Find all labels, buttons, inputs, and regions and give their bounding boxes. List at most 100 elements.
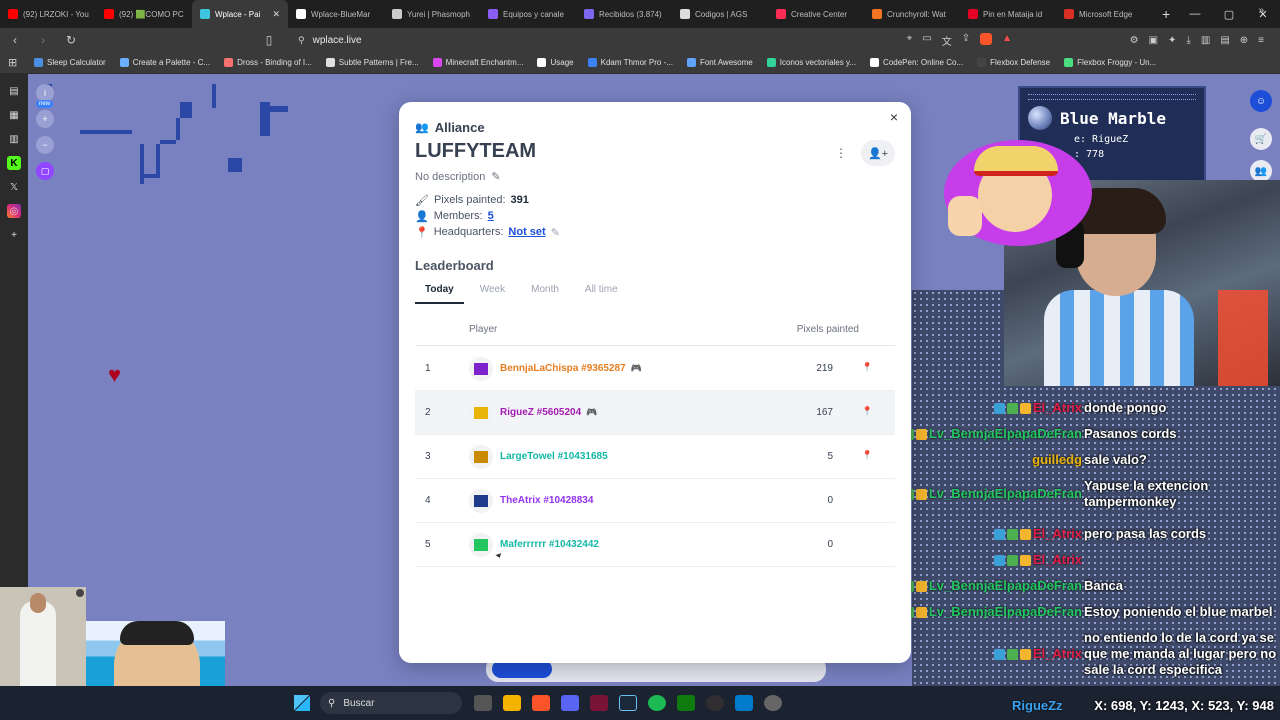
browser-tab[interactable]: Creative Center [768,0,864,28]
xbox-taskbar-icon[interactable] [677,695,695,711]
bookmark-item[interactable]: Sleep Calculator [34,58,106,67]
vscode-taskbar-icon[interactable] [735,695,753,711]
twitch-icon[interactable]: ▢ [36,162,54,180]
leaderboard-row[interactable]: 1 BennjaLaChispa #9365287 🎮 219 📍 [415,347,895,391]
browser-tab[interactable]: Microsoft Edge [1056,0,1152,28]
site-info-icon[interactable]: ⚲ [298,35,305,46]
bookmarks-overflow-icon[interactable]: » [1258,5,1264,16]
history-icon[interactable]: ▥ [7,132,21,146]
player-name-link[interactable]: TheAtrix #10428834 [500,495,593,506]
steam-taskbar-icon[interactable] [619,695,637,711]
bookmark-item[interactable]: Subtle Patterns | Fre... [325,58,419,67]
browser-tab[interactable]: Wplace-BlueMar [288,0,384,28]
kick-icon[interactable]: K [7,156,21,170]
bookmark-item[interactable]: Create a Palette - C... [119,58,210,67]
new-tab-button[interactable]: + [1152,6,1180,22]
brave-taskbar-icon[interactable] [532,695,550,711]
close-video-icon[interactable] [76,589,84,597]
bookmark-item[interactable]: Dross - Binding of I... [224,58,312,67]
bookmark-item[interactable]: Iconos vectoriales y... [766,58,856,67]
share-icon[interactable]: ⇪ [962,33,970,48]
location-pin-icon[interactable]: 📍 [862,406,873,417]
edit-description-icon[interactable]: ✎ [491,170,500,183]
close-icon[interactable]: × [887,110,901,124]
zoom-in-icon[interactable]: + [36,110,54,128]
forward-icon[interactable]: › [34,33,52,47]
url-field[interactable]: ⚲ wplace.live ⌖ ▭ 文 ⇪ ▲ [292,30,1012,50]
bookmark-icon[interactable]: ▯ [260,33,278,47]
minimize-icon[interactable]: — [1178,8,1212,20]
tab-week[interactable]: Week [470,282,515,304]
invite-user-button[interactable]: 👤+ [861,140,895,166]
picture-in-picture-icon[interactable]: ▣ [1149,35,1158,46]
alliance-icon[interactable]: 👥 [1250,160,1272,182]
browser-tab[interactable]: (92) LRZOKI - You [0,0,96,28]
browser-tab[interactable]: Recibidos (3.874) [576,0,672,28]
apps-grid-icon[interactable]: ⊞ [8,56,17,69]
add-sidebar-item-icon[interactable]: + [7,228,21,242]
more-options-icon[interactable]: ⋮ [835,146,847,160]
tab-today[interactable]: Today [415,282,464,304]
location-pin-icon[interactable]: 📍 [862,362,873,373]
brave-rewards-icon[interactable]: ▲ [1002,33,1012,48]
discord-taskbar-icon[interactable] [561,695,579,711]
reading-list-icon[interactable]: ▤ [7,84,21,98]
download-icon[interactable]: ⤓ [1186,35,1190,46]
app-taskbar-icon[interactable] [590,695,608,711]
bookmark-item[interactable]: Minecraft Enchantm... [432,58,523,67]
bookmarks-panel-icon[interactable]: ▦ [7,108,21,122]
bookmark-item[interactable]: Flexbox Defense [977,58,1050,67]
tab-all-time[interactable]: All time [575,282,628,304]
close-tab-icon[interactable]: ✕ [272,9,280,20]
leaderboard-row[interactable]: 2 RigueZ #5605204 🎮 167 📍 [415,391,895,435]
taskbar-search[interactable]: ⚲ Buscar [320,692,462,714]
bookmark-item[interactable]: Usage [537,58,574,67]
vpn-icon[interactable]: ⊕ [1240,35,1248,46]
bookmark-item[interactable]: Flexbox Froggy - Un... [1064,58,1156,67]
task-view-icon[interactable] [474,695,492,711]
location-icon[interactable]: ⌖ [907,33,913,48]
file-explorer-icon[interactable] [503,695,521,711]
browser-tab[interactable]: Wplace - Pai ✕ [192,0,288,28]
settings-taskbar-icon[interactable] [764,695,782,711]
bookmark-item[interactable]: Kdam Thmor Pro -... [587,58,673,67]
wallet-icon[interactable]: ▤ [1220,35,1229,46]
translate-icon[interactable]: 文 [942,33,952,48]
screenshot-icon[interactable]: ▭ [922,33,931,48]
browser-tab[interactable]: Pin en Mataija id [960,0,1056,28]
members-link[interactable]: 5 [488,210,494,222]
leaderboard-row[interactable]: 4 TheAtrix #10428834 0 [415,479,895,523]
panel-drag-handle[interactable] [1028,94,1196,100]
menu-icon[interactable]: ≡ [1258,35,1264,46]
player-name-link[interactable]: BennjaLaChispa #9365287 🎮 [500,363,642,374]
spotify-taskbar-icon[interactable] [648,695,666,711]
leaderboard-row[interactable]: 5 Maferrrrrr #10432442 0 [415,523,895,567]
edit-headquarters-icon[interactable]: ✎ [551,226,560,239]
player-name-link[interactable]: RigueZ #5605204 🎮 [500,407,597,418]
user-avatar-icon[interactable]: ☺ [1250,90,1272,112]
windows-start-icon[interactable] [294,695,310,711]
browser-tab[interactable]: Crunchyroll: Wat [864,0,960,28]
x-twitter-icon[interactable]: 𝕏 [7,180,21,194]
player-name-link[interactable]: Maferrrrrr #10432442 [500,539,599,550]
brave-shields-icon[interactable] [980,32,993,45]
browser-tab[interactable]: Yurei | Phasmoph [384,0,480,28]
zoom-out-icon[interactable]: − [36,136,54,154]
store-icon[interactable]: 🛒 [1250,128,1272,150]
obs-taskbar-icon[interactable] [706,695,724,711]
tab-month[interactable]: Month [521,282,569,304]
leaderboard-row[interactable]: 3 LargeTowel #10431685 5 📍 [415,435,895,479]
sidebar-toggle-icon[interactable]: ▥ [1201,35,1210,46]
browser-tab[interactable]: Equipos y canale [480,0,576,28]
player-name-link[interactable]: LargeTowel #10431685 [500,451,608,462]
headquarters-link[interactable]: Not set [508,226,545,238]
reload-icon[interactable]: ↻ [62,33,80,47]
bookmark-item[interactable]: CodePen: Online Co... [870,58,963,67]
instagram-icon[interactable]: ◎ [7,204,21,218]
location-pin-icon[interactable]: 📍 [862,450,873,461]
extension-icon[interactable]: ⚙ [1130,35,1139,46]
bookmark-item[interactable]: Font Awesome [686,58,753,67]
leo-icon[interactable]: ✦ [1168,35,1176,46]
maximize-icon[interactable]: ▢ [1212,8,1246,21]
back-icon[interactable]: ‹ [6,33,24,47]
